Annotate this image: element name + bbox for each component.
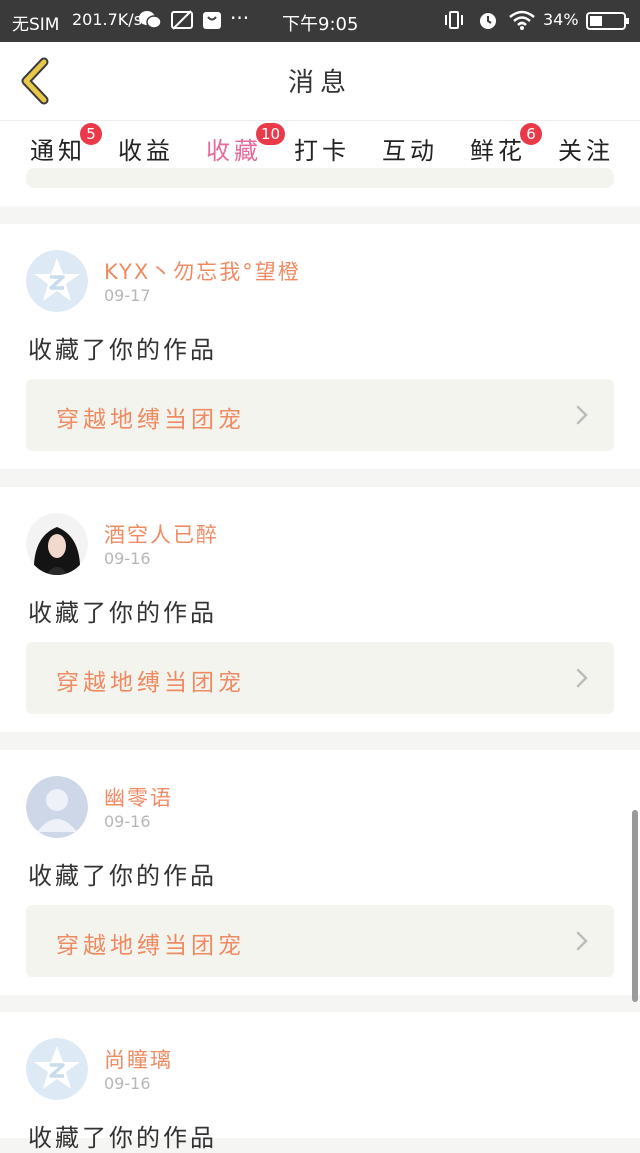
work-title: 穿越地缚当团宠: [56, 670, 245, 696]
page-title: 消息: [287, 68, 352, 98]
tab-follow[interactable]: 关注: [558, 131, 614, 166]
qq-default-avatar-icon: [26, 250, 88, 312]
carrier-text: 无SIM: [12, 15, 60, 35]
avatar[interactable]: [26, 250, 88, 312]
unread-badge: 5: [80, 123, 102, 145]
chevron-right-icon: [576, 405, 588, 425]
page-header: 消息: [0, 42, 640, 120]
message-card: KYX丶勿忘我°望橙 09-17 收藏了你的作品 穿越地缚当团宠: [0, 224, 640, 469]
status-time: 下午9:05: [282, 14, 359, 35]
work-link[interactable]: 穿越地缚当团宠: [26, 905, 614, 977]
alarm-icon: [480, 13, 496, 29]
work-title: 穿越地缚当团宠: [56, 933, 245, 959]
message-action: 收藏了你的作品: [28, 599, 217, 627]
network-speed: 201.7K/s: [72, 10, 143, 29]
wifi-icon: [509, 10, 535, 30]
message-action: 收藏了你的作品: [28, 336, 217, 364]
username[interactable]: 尚瞳璃: [104, 1044, 173, 1074]
chevron-right-icon: [576, 668, 588, 688]
message-card: 幽零语 09-16 收藏了你的作品 穿越地缚当团宠: [0, 750, 640, 995]
tab-interaction[interactable]: 互动: [382, 131, 438, 166]
message-date: 09-16: [104, 1074, 151, 1093]
scrollbar[interactable]: [632, 810, 638, 1002]
message-date: 09-17: [104, 286, 151, 305]
person-placeholder-avatar-icon: [26, 776, 88, 838]
tab-label: 收益: [118, 137, 174, 165]
qq-default-avatar-icon: [26, 1038, 88, 1100]
avatar[interactable]: [26, 776, 88, 838]
work-title: 穿越地缚当团宠: [56, 407, 245, 433]
tab-checkin[interactable]: 打卡: [294, 131, 350, 166]
unread-badge: 6: [520, 123, 542, 145]
previous-work-link[interactable]: [26, 168, 614, 188]
tab-label: 鲜花: [470, 137, 526, 165]
tab-label: 互动: [382, 137, 438, 165]
tab-label: 通知: [30, 137, 86, 165]
avatar[interactable]: [26, 1038, 88, 1100]
message-date: 09-16: [104, 812, 151, 831]
tab-favorites[interactable]: 收藏 10: [206, 123, 286, 166]
bag-icon: [203, 12, 221, 29]
tab-flowers[interactable]: 鲜花 6: [470, 123, 542, 166]
tab-earnings[interactable]: 收益: [118, 131, 174, 166]
tab-label: 收藏: [206, 137, 262, 165]
work-link[interactable]: 穿越地缚当团宠: [26, 642, 614, 714]
username[interactable]: KYX丶勿忘我°望橙: [104, 256, 301, 286]
message-action: 收藏了你的作品: [28, 1124, 217, 1152]
username[interactable]: 幽零语: [104, 782, 173, 812]
status-bar: 无SIM 201.7K/s ··· 下午9:05 34%: [0, 0, 640, 42]
message-date: 09-16: [104, 549, 151, 568]
username[interactable]: 酒空人已醉: [104, 519, 219, 549]
message-card: 酒空人已醉 09-16 收藏了你的作品 穿越地缚当团宠: [0, 487, 640, 732]
avatar[interactable]: [26, 513, 88, 575]
tab-label: 打卡: [294, 137, 350, 165]
tab-label: 关注: [558, 137, 614, 165]
no-image-icon: [171, 10, 193, 30]
battery-percent: 34%: [543, 10, 579, 29]
battery-icon: [586, 12, 629, 30]
tab-notifications[interactable]: 通知 5: [30, 123, 102, 166]
more-notifications-icon: ···: [230, 6, 250, 30]
vibrate-icon: [445, 11, 463, 29]
chevron-right-icon: [576, 931, 588, 951]
photo-avatar-icon: [26, 513, 88, 575]
work-link[interactable]: 穿越地缚当团宠: [26, 379, 614, 451]
previous-card-remnant: [0, 168, 640, 206]
unread-badge: 10: [256, 123, 286, 145]
message-action: 收藏了你的作品: [28, 862, 217, 890]
message-card: 尚瞳璃 09-16 收藏了你的作品: [0, 1012, 640, 1152]
wechat-icon: [139, 11, 162, 29]
